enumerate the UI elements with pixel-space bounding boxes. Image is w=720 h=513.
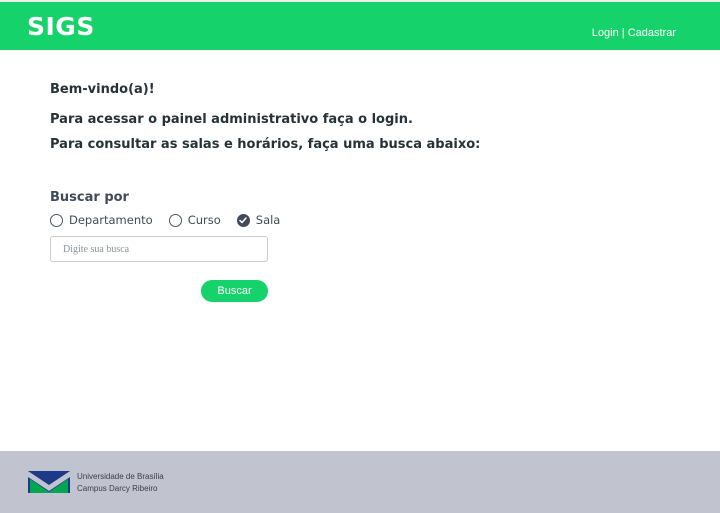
radio-circle-sala[interactable] bbox=[236, 213, 250, 227]
app-logo[interactable]: SIGS bbox=[27, 12, 95, 41]
radio-label-sala: Sala bbox=[255, 213, 281, 227]
login-link[interactable]: Login bbox=[592, 27, 619, 39]
radio-circle-curso[interactable] bbox=[168, 213, 182, 227]
footer-institution: Universidade de Brasília Campus Darcy Ri… bbox=[77, 471, 164, 495]
intro-login-text: Para acessar o painel administrativo faç… bbox=[50, 112, 413, 127]
intro-search-text: Para consultar as salas e horários, faça… bbox=[50, 137, 481, 152]
radio-label-curso: Curso bbox=[187, 213, 221, 227]
footer-campus: Campus Darcy Ribeiro bbox=[77, 484, 158, 493]
search-input[interactable] bbox=[50, 236, 268, 262]
welcome-section: Bem-vindo(a)! Para acessar o painel admi… bbox=[50, 82, 480, 152]
search-type-radio-group: Departamento Curso Sala bbox=[50, 213, 296, 227]
footer: Universidade de Brasília Campus Darcy Ri… bbox=[0, 451, 720, 513]
radio-circle-departamento[interactable] bbox=[50, 213, 63, 227]
radio-label-departamento: Departamento bbox=[69, 213, 153, 227]
radio-departamento[interactable]: Departamento bbox=[50, 213, 153, 227]
search-by-label: Buscar por bbox=[50, 190, 129, 205]
footer-university: Universidade de Brasília bbox=[77, 472, 164, 481]
check-icon bbox=[239, 216, 248, 223]
register-link[interactable]: Cadastrar bbox=[628, 27, 676, 39]
welcome-heading: Bem-vindo(a)! bbox=[50, 82, 155, 97]
search-button[interactable]: Buscar bbox=[201, 280, 268, 302]
auth-separator: | bbox=[618, 27, 628, 39]
radio-sala[interactable]: Sala bbox=[236, 213, 281, 227]
unb-logo-icon bbox=[28, 471, 70, 493]
auth-links: Login | Cadastrar bbox=[592, 27, 676, 39]
top-navbar: SIGS Login | Cadastrar bbox=[0, 0, 720, 50]
radio-curso[interactable]: Curso bbox=[168, 213, 221, 227]
